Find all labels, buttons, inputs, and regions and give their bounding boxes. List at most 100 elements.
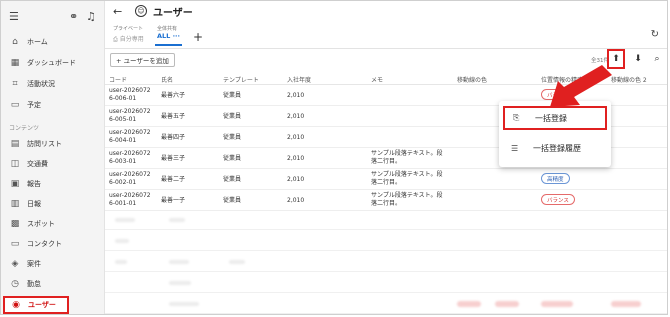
sidebar-top-bar: ☰ ⚭ ♫	[9, 11, 96, 25]
column-header-memo[interactable]: メモ	[371, 75, 383, 84]
private-group-label: プライベート	[113, 26, 144, 32]
cell-name: 最善四子	[161, 134, 186, 141]
cell-template: 従業員	[223, 176, 242, 183]
sidebar-item-label: 訪問リスト	[27, 140, 62, 148]
sidebar-icon: ▦	[10, 58, 20, 68]
sidebar-icon: ▣	[10, 179, 20, 189]
sidebar-item-content-1[interactable]: ◫ 交通費	[1, 155, 105, 173]
cell-code: user-2026072 6-005-01	[109, 108, 151, 123]
history-list-icon: ☰	[511, 143, 519, 153]
sidebar-item-label: 日報	[27, 200, 41, 208]
cell-code: user-2026072 6-003-01	[109, 150, 151, 165]
menu-item-bulk-register[interactable]: ⎘ 一括登録	[503, 106, 607, 130]
back-arrow-icon[interactable]: ←	[113, 5, 122, 18]
cell-name: 最善六子	[161, 92, 186, 99]
cell-code: user-2026072 6-006-01	[109, 87, 151, 102]
sidebar-item-1[interactable]: ▦ ダッシュボード	[1, 54, 105, 72]
sidebar-item-label: コンタクト	[27, 240, 62, 248]
cell-memo: サンプル段落テキスト。段 落二行目。	[371, 192, 443, 207]
sidebar-icon: ▩	[10, 219, 20, 229]
cell-name: 最善二子	[161, 176, 186, 183]
user-circle-icon: ◉	[12, 300, 20, 310]
page-header: ← ☺ ユーザー プライベート ⎙ 自分専用 全体共有 ALL ··· + ↻	[105, 1, 667, 49]
column-header-join-year[interactable]: 入社年度	[287, 75, 311, 84]
app-window: ☰ ⚭ ♫ ⌂ ホーム ▦ ダッシュボード ⌗ 活動状況 ▭ 予定 コンテンツ ▤ 訪問リスト ◫…	[0, 0, 668, 315]
upload-menu: ⎘ 一括登録 ☰ 一括登録履歴	[499, 101, 611, 167]
search-icon[interactable]: ⌕	[650, 52, 664, 66]
blurred-rows	[105, 209, 667, 314]
column-header-line-color[interactable]: 移動線の色	[457, 75, 487, 84]
download-icon[interactable]: ⬇	[631, 52, 645, 66]
add-tab-button[interactable]: +	[193, 30, 203, 44]
sidebar-icon: ⌗	[12, 79, 18, 89]
sidebar-item-label: 交通費	[27, 160, 48, 168]
cell-template: 従業員	[223, 92, 242, 99]
cell-template: 従業員	[223, 155, 242, 162]
page-title: ユーザー	[153, 8, 193, 19]
column-header-name[interactable]: 氏名	[161, 75, 173, 84]
column-header-line-color-2[interactable]: 移動線の色 2	[611, 75, 647, 84]
sidebar-item-label: スポット	[27, 220, 55, 228]
cell-name: 最善一子	[161, 197, 186, 204]
cell-join-year: 2,010	[287, 176, 305, 183]
sidebar-icon: ▭	[10, 100, 20, 110]
cell-memo: サンプル段落テキスト。段 落二行目。	[371, 171, 443, 186]
sidebar-item-users[interactable]: ◉ ユーザー	[3, 296, 69, 314]
sidebar-icon: ▥	[10, 199, 20, 209]
sidebar-item-2[interactable]: ⌗ 活動状況	[1, 75, 105, 93]
cell-join-year: 2,010	[287, 134, 305, 141]
shared-group-label: 全体共有	[157, 26, 178, 32]
menu-item-bulk-register-history[interactable]: ☰ 一括登録履歴	[503, 136, 607, 160]
upload-file-icon: ⎘	[513, 113, 520, 122]
accuracy-badge: バランス	[541, 194, 575, 205]
column-header-template[interactable]: テンプレート	[223, 75, 259, 84]
cell-name: 最善五子	[161, 113, 186, 120]
cell-code: user-2026072 6-004-01	[109, 129, 151, 144]
cell-join-year: 2,010	[287, 92, 305, 99]
sidebar-item-content-6[interactable]: ◈ 案件	[1, 255, 105, 273]
sidebar-item-content-0[interactable]: ▤ 訪問リスト	[1, 135, 105, 153]
accuracy-badge: 高精度	[541, 173, 570, 184]
sidebar-item-label: 活動状況	[27, 80, 55, 88]
sidebar: ☰ ⚭ ♫ ⌂ ホーム ▦ ダッシュボード ⌗ 活動状況 ▭ 予定 コンテンツ ▤ 訪問リスト ◫…	[1, 1, 105, 314]
sidebar-item-0[interactable]: ⌂ ホーム	[1, 33, 105, 51]
sidebar-item-label: 予定	[27, 101, 41, 109]
cell-memo: サンプル段落テキスト。段 落二行目。	[371, 150, 443, 165]
table-row[interactable]: user-2026072 6-001-01 最善一子 従業員 2,010 サンプル段落テキ…	[105, 190, 667, 211]
table-row[interactable]: user-2026072 6-002-01 最善二子 従業員 2,010 サンプル段落テキ…	[105, 169, 667, 190]
sidebar-icon: ▤	[10, 139, 20, 149]
cell-template: 従業員	[223, 197, 242, 204]
sidebar-section-label: コンテンツ	[9, 125, 40, 132]
sidebar-icon: ◈	[11, 259, 19, 269]
sidebar-icon: ◷	[11, 279, 19, 289]
sidebar-item-3[interactable]: ▭ 予定	[1, 96, 105, 114]
cell-code: user-2026072 6-002-01	[109, 171, 151, 186]
refresh-icon[interactable]: ↻	[651, 29, 659, 40]
cell-join-year: 2,010	[287, 155, 305, 162]
column-header-code[interactable]: コード	[109, 75, 127, 84]
tab-private-own-label: 自分専用	[119, 36, 144, 43]
tab-all[interactable]: ALL ···	[155, 32, 182, 46]
sidebar-icon: ⌂	[12, 37, 18, 47]
sidebar-item-content-4[interactable]: ▩ スポット	[1, 215, 105, 233]
sidebar-icon: ▭	[10, 239, 20, 249]
cell-join-year: 2,010	[287, 113, 305, 120]
user-icon: ☺	[135, 5, 147, 17]
cell-join-year: 2,010	[287, 197, 305, 204]
link-icon[interactable]: ⚭	[69, 11, 78, 23]
sidebar-item-label: 報告	[27, 180, 41, 188]
bell-icon[interactable]: ♫	[86, 11, 96, 23]
sidebar-item-content-7[interactable]: ◷ 勤怠	[1, 275, 105, 293]
sidebar-item-content-3[interactable]: ▥ 日報	[1, 195, 105, 213]
sidebar-item-content-5[interactable]: ▭ コンタクト	[1, 235, 105, 253]
sidebar-item-label: 勤怠	[27, 280, 41, 288]
tab-private-own[interactable]: ⎙ 自分専用	[113, 34, 144, 44]
cell-template: 従業員	[223, 113, 242, 120]
hamburger-icon[interactable]: ☰	[9, 11, 19, 23]
add-user-button[interactable]: + ユーザーを追加	[110, 53, 175, 67]
sidebar-item-label: 案件	[27, 260, 41, 268]
sidebar-item-label: ダッシュボード	[27, 59, 76, 67]
menu-item-label: 一括登録	[535, 113, 567, 123]
sidebar-item-content-2[interactable]: ▣ 報告	[1, 175, 105, 193]
menu-item-label: 一括登録履歴	[533, 143, 581, 153]
